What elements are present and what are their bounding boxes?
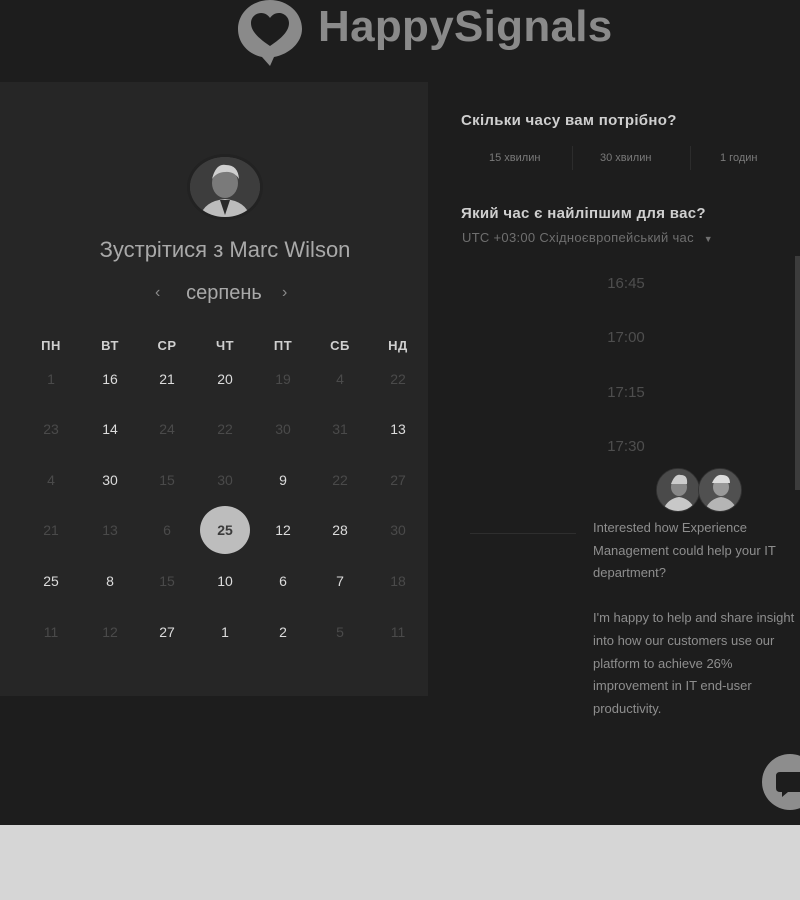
time-heading: Який час є найліпшим для вас?	[461, 205, 706, 222]
chat-message-text: I'm happy to help and share insight into…	[593, 610, 795, 716]
calendar-day-selected[interactable]: 25	[200, 506, 250, 554]
chevron-down-icon: ▼	[703, 234, 714, 244]
duration-option-15[interactable]: 15 хвилин	[489, 152, 540, 164]
calendar-day[interactable]: 8	[90, 570, 130, 592]
calendar-day[interactable]: 20	[205, 368, 245, 390]
calendar-day[interactable]: 30	[90, 469, 130, 491]
calendar-day[interactable]: 21	[147, 368, 187, 390]
calendar-day: 11	[43, 624, 59, 640]
time-slot[interactable]: 16:45	[580, 268, 672, 300]
scrollbar[interactable]	[795, 256, 800, 490]
scheduler-page: HappySignals Зустрітися з Marc Wilson ‹ …	[0, 0, 800, 825]
timezone-select[interactable]: UTC +03:00 Східноєвропейський час ▼	[462, 230, 713, 245]
calendar-day[interactable]: 2	[263, 621, 303, 643]
calendar-day: 31	[332, 421, 348, 437]
calendar-day[interactable]: 27	[147, 621, 187, 643]
heart-chat-icon	[238, 0, 302, 66]
chat-message: Interested how Experience Management cou…	[593, 517, 800, 743]
calendar-day: 22	[332, 472, 348, 488]
calendar-day: 22	[217, 421, 233, 437]
chevron-left-icon[interactable]: ‹	[155, 284, 160, 302]
chat-message-text: Interested how Experience Management cou…	[593, 520, 776, 581]
host-avatar	[187, 154, 263, 220]
calendar-day: 23	[43, 421, 59, 437]
calendar-day[interactable]: 14	[90, 418, 130, 440]
time-slot[interactable]: 17:00	[580, 322, 672, 354]
agent-avatar	[698, 468, 742, 512]
calendar-day[interactable]: 6	[263, 570, 303, 592]
calendar-day[interactable]: 28	[320, 519, 360, 541]
divider	[690, 146, 691, 170]
calendar-day: 30	[217, 472, 233, 488]
calendar-day: 6	[163, 522, 171, 538]
calendar-day[interactable]: 12	[263, 519, 303, 541]
calendar-day: 19	[275, 371, 291, 387]
calendar-day[interactable]: 10	[205, 570, 245, 592]
weekday-label: ВТ	[101, 338, 119, 353]
calendar-day: 4	[47, 472, 55, 488]
timezone-label: UTC +03:00 Східноєвропейський час	[462, 230, 694, 245]
logo-text: HappySignals	[318, 2, 613, 51]
calendar-day: 22	[390, 371, 406, 387]
weekday-label: ПН	[41, 338, 61, 353]
calendar-day[interactable]: 7	[320, 570, 360, 592]
calendar-day: 15	[159, 472, 175, 488]
calendar-day[interactable]: 9	[263, 469, 303, 491]
calendar-day[interactable]: 1	[205, 621, 245, 643]
divider	[470, 533, 576, 534]
duration-heading: Скільки часу вам потрібно?	[461, 112, 677, 129]
chevron-right-icon[interactable]: ›	[282, 284, 287, 302]
weekday-label: СБ	[330, 338, 350, 353]
time-slot[interactable]: 17:30	[580, 431, 672, 463]
calendar-day: 30	[390, 522, 406, 538]
calendar-day[interactable]: 13	[378, 418, 418, 440]
agent-avatar	[656, 468, 700, 512]
person-icon	[190, 157, 260, 217]
calendar-day: 13	[102, 522, 118, 538]
calendar-day: 27	[390, 472, 406, 488]
duration-option-60[interactable]: 1 годин	[720, 152, 757, 164]
calendar-day: 30	[275, 421, 291, 437]
weekday-label: ПТ	[273, 338, 293, 353]
calendar-panel: Зустрітися з Marc Wilson ‹ серпень › ПН В…	[0, 82, 428, 696]
meeting-title: Зустрітися з Marc Wilson	[99, 237, 351, 262]
chat-agent-avatars	[656, 468, 746, 514]
month-label: серпень	[186, 282, 262, 304]
calendar-day[interactable]: 25	[31, 570, 71, 592]
calendar-day: 15	[159, 573, 175, 589]
calendar-day: 11	[390, 624, 406, 640]
weekday-label: ЧТ	[215, 338, 235, 353]
divider	[572, 146, 573, 170]
time-slot[interactable]: 17:15	[580, 377, 672, 409]
calendar-day: 21	[43, 522, 59, 538]
calendar-day: 5	[336, 624, 344, 640]
chat-bubble-icon	[776, 772, 800, 797]
calendar-day[interactable]: 16	[90, 368, 130, 390]
calendar-day: 4	[336, 371, 344, 387]
duration-option-30[interactable]: 30 хвилин	[600, 152, 651, 164]
month-navigation: ‹ серпень ›	[150, 282, 300, 312]
calendar-day: 18	[390, 573, 406, 589]
chat-launcher-button[interactable]	[762, 754, 800, 810]
calendar-day: 12	[102, 624, 118, 640]
weekday-label: СР	[157, 338, 177, 353]
calendar-day: 24	[159, 421, 175, 437]
calendar-day: 1	[47, 371, 55, 387]
weekday-label: НД	[388, 338, 408, 353]
